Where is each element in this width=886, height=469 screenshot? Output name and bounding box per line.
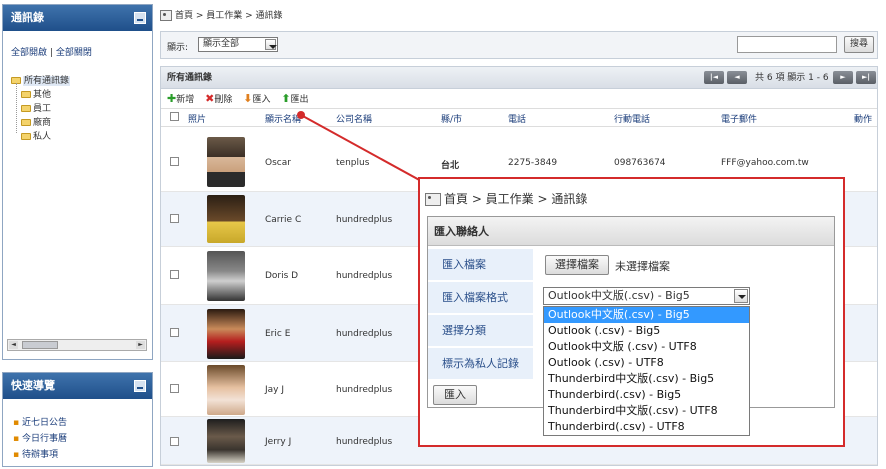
dialog-breadcrumb-text[interactable]: 首頁 > 員工作業 > 通訊錄 [444, 192, 587, 206]
contacts-icon [425, 193, 441, 206]
format-option[interactable]: Outlook中文版(.csv) - Big5 [544, 307, 749, 323]
choose-category-label: 選擇分類 [428, 315, 533, 347]
format-option[interactable]: Outlook中文版 (.csv) - UTF8 [544, 339, 749, 355]
format-selected: Outlook中文版(.csv) - Big5 [548, 289, 690, 302]
chevron-down-icon[interactable] [734, 289, 748, 303]
import-dialog-title: 匯入聯絡人 [428, 217, 834, 246]
format-select[interactable]: Outlook中文版(.csv) - Big5 [543, 287, 750, 305]
format-option[interactable]: Thunderbird中文版(.csv) - Big5 [544, 371, 749, 387]
format-options-list: Outlook中文版(.csv) - Big5 Outlook (.csv) -… [543, 306, 750, 436]
format-option[interactable]: Thunderbird(.csv) - Big5 [544, 387, 749, 403]
format-option[interactable]: Thunderbird(.csv) - UTF8 [544, 419, 749, 435]
no-file-text: 未選擇檔案 [615, 260, 670, 273]
import-format-label: 匯入檔案格式 [428, 282, 533, 314]
choose-file-button[interactable]: 選擇檔案 [545, 255, 609, 275]
format-option[interactable]: Thunderbird中文版(.csv) - UTF8 [544, 403, 749, 419]
format-option[interactable]: Outlook (.csv) - UTF8 [544, 355, 749, 371]
mark-private-label: 標示為私人記錄 [428, 348, 533, 380]
dialog-breadcrumb: 首頁 > 員工作業 > 通訊錄 [425, 190, 587, 207]
import-submit-button[interactable]: 匯入 [433, 385, 477, 405]
format-option[interactable]: Outlook (.csv) - Big5 [544, 323, 749, 339]
import-file-label: 匯入檔案 [428, 249, 533, 281]
